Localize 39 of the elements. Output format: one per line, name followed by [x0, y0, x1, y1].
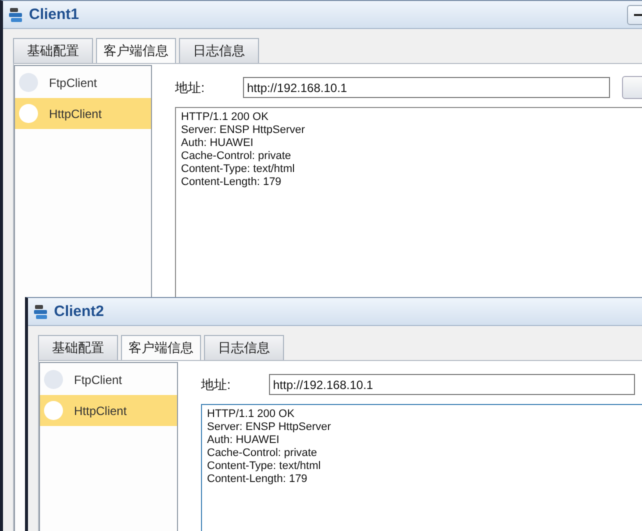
- tab[interactable]: 基础配置: [13, 38, 93, 63]
- circle-icon: [44, 401, 63, 420]
- client-icon: [7, 6, 25, 24]
- response-line: Content-Length: 179: [181, 176, 282, 189]
- tab[interactable]: 日志信息: [179, 38, 259, 63]
- client-list-item[interactable]: FtpClient: [15, 67, 151, 98]
- window-title: Client2: [54, 303, 104, 320]
- address-label: 地址:: [175, 78, 206, 96]
- client-label: FtpClient: [74, 372, 122, 386]
- circle-icon: [44, 370, 63, 389]
- response-line: HTTP/1.1 200 OK: [181, 111, 270, 124]
- response-line: Auth: HUAWEI: [181, 137, 254, 150]
- client-list-item[interactable]: HttpClient: [40, 395, 177, 426]
- response-line: Content-Type: text/html: [181, 163, 296, 176]
- address-field[interactable]: http://192.168.10.1: [269, 374, 635, 395]
- circle-icon: [19, 104, 38, 123]
- client-label: HttpClient: [49, 106, 102, 120]
- response-line: Content-Length: 179: [207, 473, 308, 486]
- response-line: Auth: HUAWEI: [207, 434, 280, 447]
- address-label: 地址:: [201, 376, 232, 394]
- client-list-item[interactable]: HttpClient: [15, 98, 151, 129]
- response-line: HTTP/1.1 200 OK: [207, 408, 296, 421]
- address-field[interactable]: http://192.168.10.1: [243, 77, 610, 98]
- response-line: Server: ENSP HttpServer: [181, 124, 306, 137]
- response-area[interactable]: HTTP/1.1 200 OK Server: ENSP HttpServer Auth: HUAWEI Cache-Control: private Content-Type: text/html Content-Length: 179: [201, 404, 642, 531]
- client-label: FtpClient: [49, 76, 98, 90]
- response-line: Cache-Control: private: [207, 447, 318, 460]
- response-line: Server: ENSP HttpServer: [207, 421, 332, 434]
- circle-icon: [19, 73, 38, 92]
- tab[interactable]: 客户端信息: [121, 335, 201, 360]
- client-list-item[interactable]: FtpClient: [40, 364, 177, 395]
- tab[interactable]: 日志信息: [204, 335, 284, 360]
- response-line: Content-Type: text/html: [207, 460, 322, 473]
- client-label: HttpClient: [74, 404, 127, 418]
- tab[interactable]: 基础配置: [38, 335, 118, 360]
- window-title: Client1: [29, 6, 80, 23]
- client-icon: [32, 302, 50, 320]
- tab[interactable]: 客户端信息: [96, 38, 176, 63]
- response-line: Cache-Control: private: [181, 150, 292, 163]
